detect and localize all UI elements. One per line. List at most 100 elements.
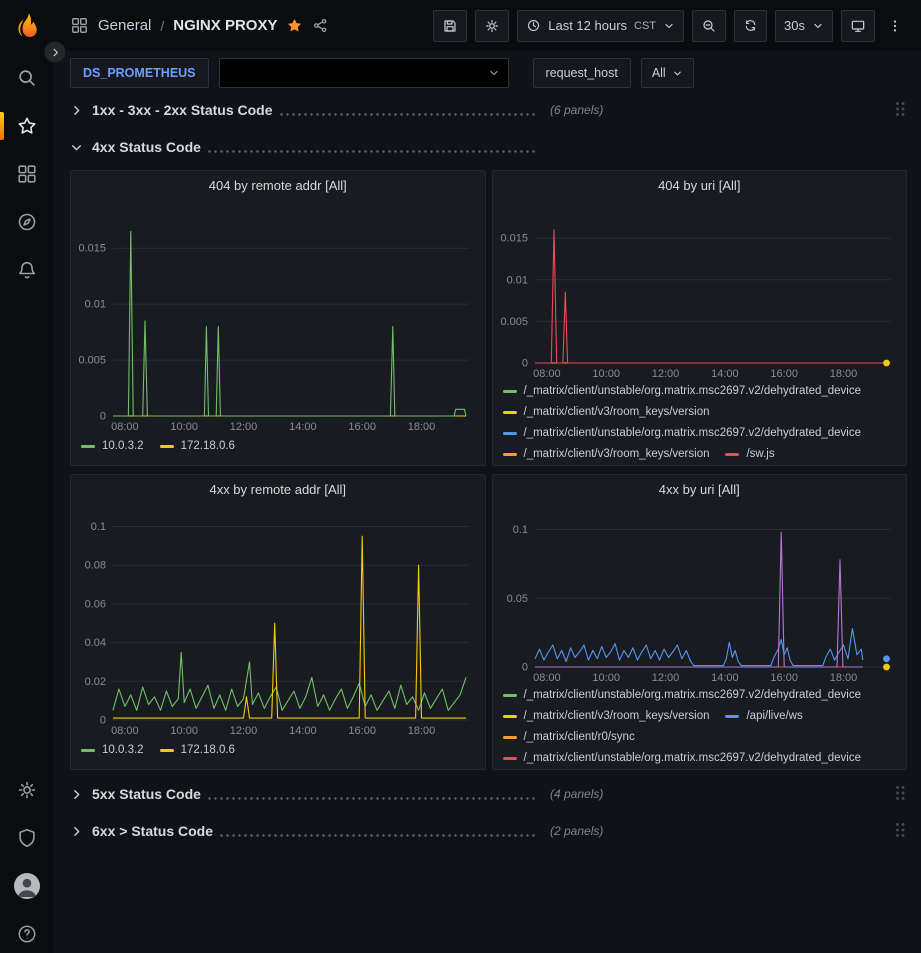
panel-404-by-remote-addr: 404 by remote addr [All] 00.0050.010.015… [70, 170, 486, 466]
svg-text:12:00: 12:00 [230, 421, 258, 433]
gear-icon [16, 779, 38, 801]
sidebar-bottom [0, 766, 54, 953]
refresh-interval-select[interactable]: 30s [775, 10, 833, 42]
request-host-variable-label[interactable]: request_host [533, 58, 631, 88]
more-options-button[interactable] [883, 10, 907, 42]
share-icon[interactable] [312, 17, 329, 34]
svg-text:16:00: 16:00 [348, 725, 376, 737]
svg-text:0.005: 0.005 [78, 355, 106, 367]
legend-series-marker [160, 445, 174, 448]
breadcrumb: General / NGINX PROXY [70, 16, 433, 35]
svg-text:08:00: 08:00 [111, 725, 139, 737]
panel-title[interactable]: 4xx by remote addr [All] [71, 475, 485, 503]
favorite-star-icon[interactable] [286, 17, 303, 34]
panel-title[interactable]: 4xx by uri [All] [493, 475, 907, 503]
save-dashboard-button[interactable] [433, 10, 467, 42]
svg-text:0: 0 [100, 715, 106, 727]
sidebar-item-explore[interactable] [0, 198, 54, 246]
legend-series-label: 172.18.0.6 [181, 740, 235, 761]
time-series-chart[interactable]: 00.020.040.060.080.108:0010:0012:0014:00… [71, 503, 485, 738]
panel-title[interactable]: 404 by remote addr [All] [71, 171, 485, 199]
row-1xx-3xx-2xx-status-code[interactable]: 1xx - 3xx - 2xx Status Code (6 panels) [70, 96, 907, 124]
chart-svg[interactable]: 00.0050.010.01508:0010:0012:0014:0016:00… [493, 199, 907, 381]
legend-item[interactable]: /_matrix/client/unstable/org.matrix.msc2… [503, 748, 862, 769]
legend-item[interactable]: 10.0.3.2 [81, 436, 144, 457]
sidebar-item-search[interactable] [0, 54, 54, 102]
legend-item[interactable]: /_matrix/client/v3/room_keys/version [503, 402, 710, 423]
refresh-button[interactable] [734, 10, 767, 42]
sidebar-item-alerting[interactable] [0, 246, 54, 294]
chart-svg[interactable]: 00.020.040.060.080.108:0010:0012:0014:00… [71, 503, 485, 738]
sidebar-item-configuration[interactable] [0, 766, 54, 814]
row-title: 1xx - 3xx - 2xx Status Code [92, 102, 273, 118]
legend-series-marker [503, 411, 517, 414]
chevron-right-icon [70, 788, 92, 801]
sidebar-item-dashboards[interactable] [0, 150, 54, 198]
legend-item[interactable]: /sw.js [725, 444, 774, 465]
svg-text:08:00: 08:00 [533, 368, 561, 380]
compass-icon [16, 211, 38, 233]
time-series-chart[interactable]: 00.0050.010.01508:0010:0012:0014:0016:00… [71, 199, 485, 434]
legend-item[interactable]: /_matrix/client/unstable/org.matrix.msc2… [503, 685, 862, 706]
dotted-leader [280, 113, 538, 116]
chart-svg[interactable]: 00.050.108:0010:0012:0014:0016:0018:00 [493, 503, 907, 685]
legend-item[interactable]: /api/live/ws [725, 706, 802, 727]
row-panel-count: (4 panels) [550, 787, 603, 801]
legend-item[interactable]: /_matrix/client/v3/room_keys/version [503, 706, 710, 727]
sidebar-item-help[interactable] [0, 910, 54, 953]
clock-icon [526, 18, 541, 33]
grafana-dashboard: General / NGINX PROXY [0, 0, 921, 953]
tv-mode-button[interactable] [841, 10, 875, 42]
svg-text:14:00: 14:00 [711, 368, 739, 380]
legend-item[interactable]: /_matrix/client/unstable/org.matrix.msc2… [503, 381, 862, 402]
legend-item[interactable]: 10.0.3.2 [81, 740, 144, 761]
sidebar-item-server-admin[interactable] [0, 814, 54, 862]
panel-title[interactable]: 404 by uri [All] [493, 171, 907, 199]
datasource-variable-label[interactable]: DS_PROMETHEUS [70, 58, 209, 88]
panel-404-by-uri: 404 by uri [All] 00.0050.010.01508:0010:… [492, 170, 908, 466]
sidebar-item-profile[interactable] [0, 862, 54, 910]
svg-text:10:00: 10:00 [592, 368, 620, 380]
legend-item[interactable]: /_matrix/client/unstable/org.matrix.msc2… [503, 423, 862, 444]
svg-text:10:00: 10:00 [592, 672, 620, 684]
sidebar-expand-button[interactable] [44, 41, 66, 63]
legend-series-label: /_matrix/client/r0/sync [524, 727, 635, 748]
row-drag-handle[interactable] [896, 823, 907, 839]
svg-text:18:00: 18:00 [829, 368, 857, 380]
svg-text:0: 0 [100, 411, 106, 423]
host-variable-select[interactable] [219, 58, 509, 88]
sidebar-item-starred[interactable] [0, 102, 54, 150]
chart-svg[interactable]: 00.0050.010.01508:0010:0012:0014:0016:00… [71, 199, 485, 434]
row-6xx-status-code[interactable]: 6xx > Status Code (2 panels) [70, 817, 907, 845]
time-series-chart[interactable]: 00.050.108:0010:0012:0014:0016:0018:00 [493, 503, 907, 685]
time-series-chart[interactable]: 00.0050.010.01508:0010:0012:0014:0016:00… [493, 199, 907, 381]
dashboard-title[interactable]: NGINX PROXY [173, 17, 277, 34]
row-5xx-status-code[interactable]: 5xx Status Code (4 panels) [70, 780, 907, 808]
row-drag-handle[interactable] [896, 102, 907, 118]
legend-series-marker [81, 445, 95, 448]
request-host-variable-select[interactable]: All [641, 58, 694, 88]
legend-item[interactable]: 172.18.0.6 [160, 740, 235, 761]
legend-item[interactable]: /_matrix/client/r0/sync [503, 727, 635, 748]
legend-series-label: /_matrix/client/v3/room_keys/version [524, 402, 710, 423]
svg-text:08:00: 08:00 [111, 421, 139, 433]
svg-text:0.02: 0.02 [85, 676, 106, 688]
legend-item[interactable]: 172.18.0.6 [160, 436, 235, 457]
legend-series-label: /_matrix/client/v3/room_keys/version [524, 706, 710, 727]
chevron-right-icon [70, 825, 92, 838]
navbar-actions: Last 12 hours CST 30s [433, 10, 907, 42]
breadcrumb-section[interactable]: General [98, 17, 151, 34]
svg-text:0.1: 0.1 [91, 521, 106, 533]
top-navbar: General / NGINX PROXY [54, 0, 921, 52]
svg-text:10:00: 10:00 [170, 421, 198, 433]
svg-text:12:00: 12:00 [230, 725, 258, 737]
legend-item[interactable]: /_matrix/client/v3/room_keys/version [503, 444, 710, 465]
row-4xx-status-code[interactable]: 4xx Status Code [70, 133, 907, 161]
zoom-out-button[interactable] [692, 10, 726, 42]
dashboard-settings-button[interactable] [475, 10, 509, 42]
help-icon [16, 923, 38, 945]
legend-series-marker [503, 694, 517, 697]
row-drag-handle[interactable] [896, 786, 907, 802]
time-range-picker[interactable]: Last 12 hours CST [517, 10, 684, 42]
svg-text:18:00: 18:00 [408, 421, 436, 433]
